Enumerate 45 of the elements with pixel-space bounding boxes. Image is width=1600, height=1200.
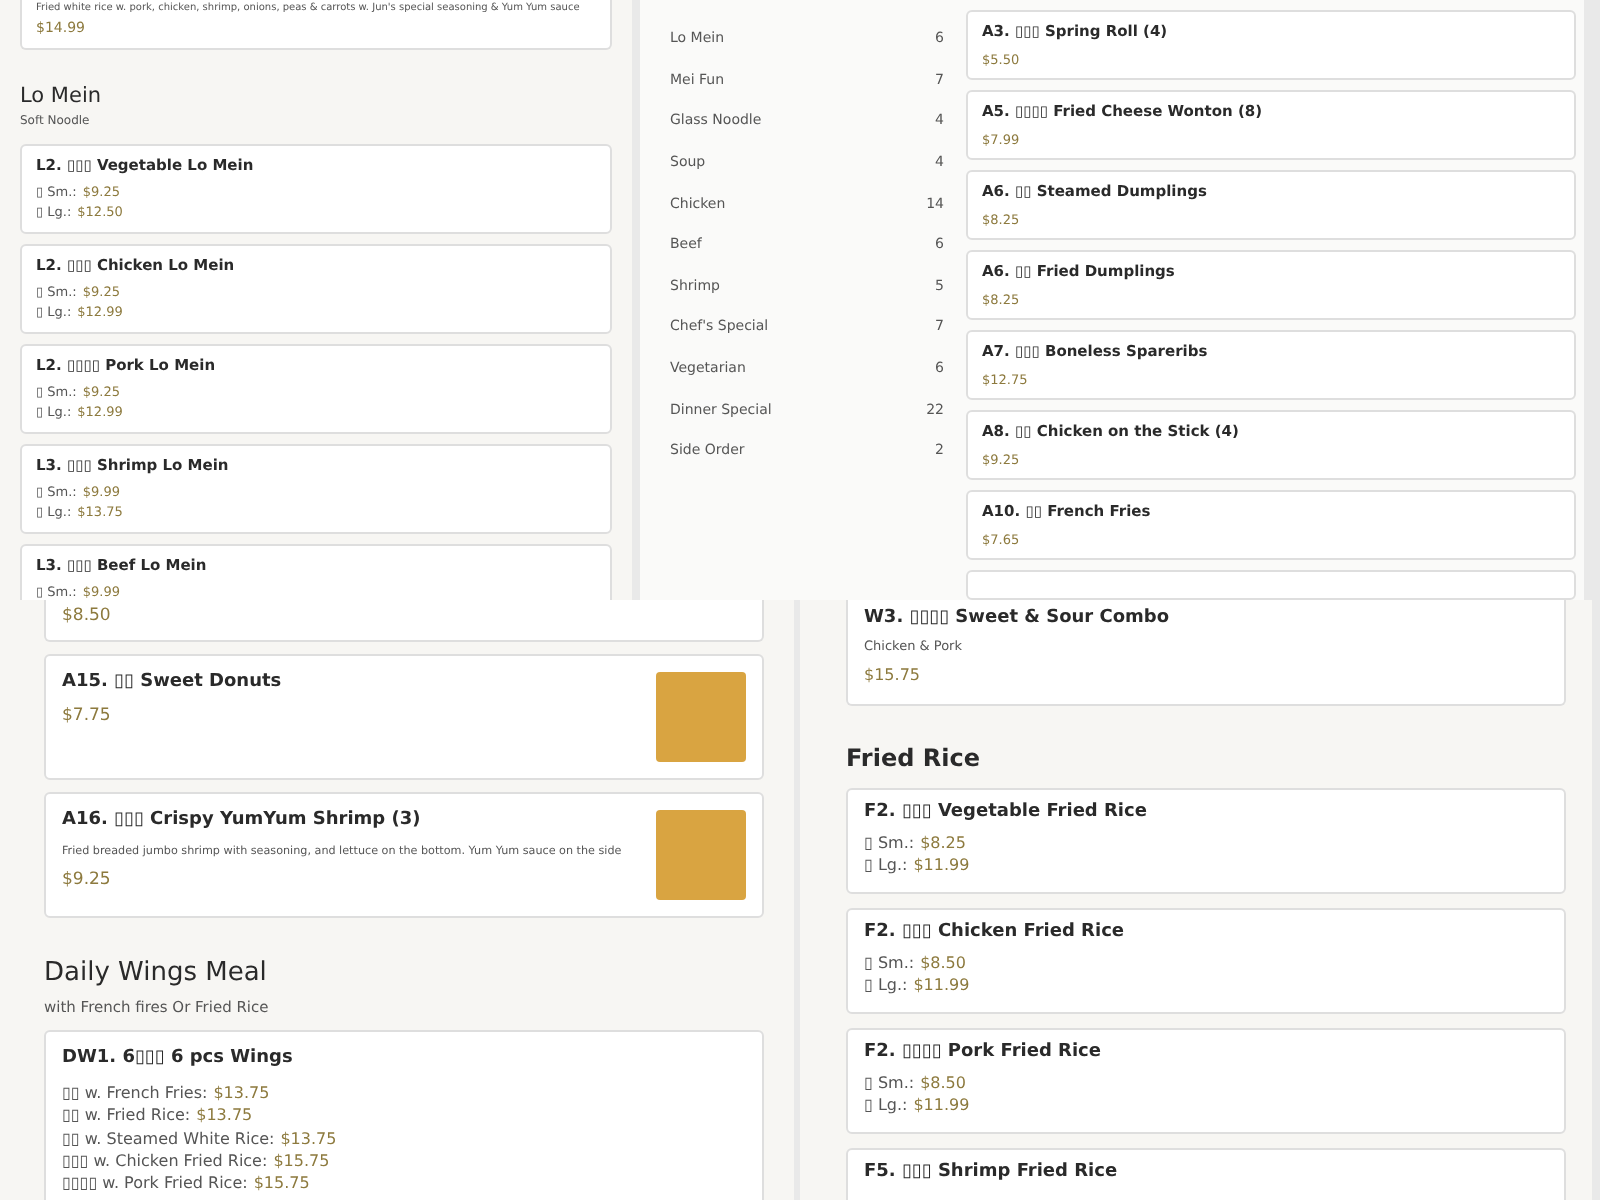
section-title: Lo Mein [20,84,104,108]
dish-name: A15. ▯▯ Sweet Donuts [62,672,284,694]
dish-price: $15.75 [273,1151,330,1170]
price-label: ▯ Lg.: [864,856,908,874]
price-label: ▯▯ w. Fried Rice: [62,1106,191,1125]
dish-price: $13.75 [280,1129,337,1148]
dish-card[interactable]: F2. ▯▯▯ Chicken Fried Rice ▯ Sm.: $8.50 ▯ Lg.: $11.99 [846,907,1566,1013]
dish-price: $11.99 [913,976,970,994]
dish-card[interactable]: $8.50 [44,600,764,642]
dish-name: F2. ▯▯▯ Chicken Fried Rice [864,921,1127,943]
dish-price: $11.99 [913,856,970,874]
dish-price: $13.75 [196,1106,253,1125]
dish-price: $8.50 [920,1073,966,1091]
dish-name: A16. ▯▯▯ Crispy YumYum Shrimp (3) [62,810,423,832]
dish-price: $15.75 [864,664,922,687]
dish-card[interactable]: F2. ▯▯▯ Vegetable Fried Rice ▯ Sm.: $8.25 ▯ Lg.: $11.99 [846,787,1566,893]
price-label: ▯ Lg.: [864,976,908,994]
price-label: ▯▯ w. French Fries: [62,1084,208,1102]
dish-card[interactable]: F5. ▯▯▯ Shrimp Fried Rice [846,1147,1566,1200]
price-label: ▯ Lg.: [864,1096,908,1114]
dish-card[interactable]: A15. ▯▯ Sweet Donuts $7.75 [44,654,764,780]
dish-name: F2. ▯▯▯ Vegetable Fried Rice [864,801,1149,823]
dish-name: F2. ▯▯▯▯ Pork Fried Rice [864,1041,1103,1063]
dish-price: $8.50 [62,606,113,628]
price-label: ▯ Sm.: [864,1073,915,1091]
dish-name: F5. ▯▯▯ Shrimp Fried Rice [864,1161,1120,1183]
dish-card[interactable]: DW1. 6▯▯▯ 6 pcs Wings ▯▯ w. French Fries: $13.75 ▯▯ w. Fried Rice: $13.75 ▯▯ w. Steamed White Rice: $13.75 ▯▯▯ w. Chicken Fried Rice: $15.75 ▯▯▯▯ w. Pork Fried Rice: $15.75 [44,1030,764,1200]
dish-price: $13.75 [213,1084,270,1102]
dish-price: $9.25 [62,870,113,892]
dish-price: $7.75 [62,706,113,728]
dish-card[interactable]: F2. ▯▯▯▯ Pork Fried Rice ▯ Sm.: $8.50 ▯ Lg.: $11.99 [846,1027,1566,1133]
price-label: ▯ Sm.: [864,953,915,971]
dish-price: $15.75 [253,1174,310,1193]
dish-price: $8.25 [920,833,966,851]
section-title: Daily Wings Meal [44,958,269,990]
price-label: ▯ Sm.: [864,833,915,851]
dish-price: $11.99 [913,1096,970,1114]
dish-card[interactable] [966,570,1576,600]
dish-price: $8.50 [920,953,966,971]
price-label: ▯▯ w. Steamed White Rice: [62,1129,275,1148]
dish-name: W3. ▯▯▯▯ Sweet & Sour Combo [864,608,1172,630]
dish-name: DW1. 6▯▯▯ 6 pcs Wings [62,1048,295,1070]
section-title: Fried Rice [846,743,982,773]
price-label: ▯▯▯▯ w. Pork Fried Rice: [62,1174,248,1193]
price-label: ▯▯▯ w. Chicken Fried Rice: [62,1151,268,1170]
